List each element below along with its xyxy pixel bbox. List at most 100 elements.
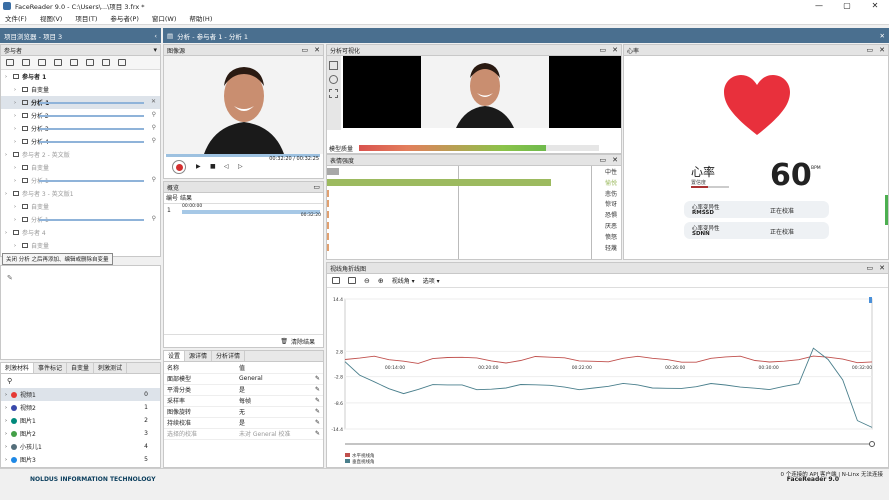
tree-item[interactable]: › 自变量 bbox=[1, 239, 160, 252]
zoom-out-icon[interactable]: ⊖ bbox=[364, 277, 370, 285]
menu-file[interactable]: 文件(F) bbox=[5, 13, 27, 23]
batch-icon[interactable] bbox=[86, 59, 94, 66]
menu-view[interactable]: 视图(V) bbox=[40, 13, 63, 23]
expand-icon[interactable]: › bbox=[5, 392, 7, 398]
expand-icon[interactable]: › bbox=[5, 230, 13, 236]
face-box-icon[interactable] bbox=[329, 61, 338, 70]
project-browser-tab[interactable]: 项目浏览器 - 项目 3 ‹ bbox=[0, 28, 161, 43]
add-participant-icon[interactable] bbox=[6, 59, 14, 66]
tree-item[interactable]: ›分析 1⚲ bbox=[1, 174, 160, 187]
tab-source-details[interactable]: 源详情 bbox=[185, 351, 213, 361]
tree-item[interactable]: › 自变量 bbox=[1, 200, 160, 213]
tab-event-markers[interactable]: 事件标记 bbox=[34, 363, 68, 373]
next-frame-button[interactable]: ▷ bbox=[238, 163, 243, 170]
edit-icon[interactable]: ✎ bbox=[315, 386, 320, 393]
options-dropdown[interactable]: 选项 ▾ bbox=[423, 276, 440, 285]
add-analysis-icon[interactable] bbox=[22, 59, 30, 66]
search-icon[interactable]: ⚲ bbox=[152, 176, 156, 183]
tab-settings[interactable]: 设置 bbox=[164, 351, 186, 361]
expand-icon[interactable]: › bbox=[5, 457, 7, 463]
expand-icon[interactable]: › bbox=[14, 243, 22, 249]
stimuli-add-icon[interactable]: ⚲ bbox=[1, 374, 160, 388]
stop-button[interactable]: ■ bbox=[210, 163, 216, 170]
stimulus-item[interactable]: › 图片1 2 bbox=[1, 414, 160, 427]
stimulus-item[interactable]: › 小孩儿1 4 bbox=[1, 440, 160, 453]
edit-icon[interactable]: ✎ bbox=[315, 408, 320, 415]
panel-close-icon[interactable]: ✕ bbox=[612, 155, 618, 166]
edit-icon[interactable]: ✎ bbox=[315, 430, 320, 437]
panel-close-icon[interactable]: ✕ bbox=[314, 45, 320, 56]
cursor-marker[interactable] bbox=[869, 297, 872, 303]
tree-item[interactable]: › 参与者 2 - 英文版 bbox=[1, 148, 160, 161]
expand-icon[interactable]: › bbox=[5, 431, 7, 437]
scroll-indicator[interactable] bbox=[885, 195, 888, 225]
panel-restore-icon[interactable]: ▭ bbox=[600, 155, 607, 166]
expand-icon[interactable]: › bbox=[5, 74, 13, 80]
save-icon[interactable] bbox=[332, 277, 340, 284]
panel-restore-icon[interactable]: ▭ bbox=[867, 263, 874, 274]
collapse-left-icon[interactable]: ‹ bbox=[154, 32, 157, 40]
expand-icon[interactable]: › bbox=[14, 217, 22, 223]
add-video-icon[interactable] bbox=[54, 59, 62, 66]
stimulus-item[interactable]: › 图片2 3 bbox=[1, 427, 160, 440]
panel-restore-icon[interactable]: ▭ bbox=[313, 182, 320, 193]
edit-icon[interactable]: ✎ bbox=[315, 397, 320, 404]
clear-results-button[interactable]: 🗑 清除结果 bbox=[164, 334, 323, 347]
settings-row[interactable]: 面部模型 General ✎ bbox=[164, 373, 323, 385]
settings-row[interactable]: 图像旋转无 ✎ bbox=[164, 406, 323, 418]
stimulus-item[interactable]: › 图片3 5 bbox=[1, 453, 160, 466]
expand-icon[interactable]: › bbox=[5, 191, 13, 197]
monitor-icon[interactable] bbox=[118, 59, 126, 66]
panel-close-icon[interactable]: ✕ bbox=[612, 45, 618, 56]
points-icon[interactable] bbox=[329, 89, 338, 98]
tree-item[interactable]: › 自变量 bbox=[1, 161, 160, 174]
settings-row[interactable]: 选择的校准 未对 General 校准 ✎ bbox=[164, 428, 323, 440]
zoom-in-icon[interactable]: ⊕ bbox=[378, 277, 384, 285]
play-button[interactable]: ▶ bbox=[196, 163, 201, 170]
tab-variables[interactable]: 自变量 bbox=[67, 363, 95, 373]
expand-icon[interactable]: › bbox=[5, 444, 7, 450]
record-button[interactable] bbox=[172, 160, 186, 174]
panel-restore-icon[interactable]: ▭ bbox=[302, 45, 309, 56]
tree-item[interactable]: ›分析 1✕ bbox=[1, 96, 160, 109]
menu-project[interactable]: 项目(T) bbox=[75, 13, 97, 23]
panel-menu-icon[interactable]: ▾ bbox=[153, 45, 157, 56]
face-mesh-icon[interactable] bbox=[329, 75, 338, 84]
edit-icon[interactable]: ✎ bbox=[7, 274, 13, 282]
tree-item[interactable]: › 参与者 1 bbox=[1, 70, 160, 83]
expand-icon[interactable]: › bbox=[14, 113, 22, 119]
stimulus-item[interactable]: › 视频1 0 bbox=[1, 388, 160, 401]
close-icon[interactable]: ✕ bbox=[151, 98, 156, 105]
search-icon[interactable]: ⚲ bbox=[152, 137, 156, 144]
expand-icon[interactable]: › bbox=[14, 204, 22, 210]
settings-row[interactable]: 平滑分类是 ✎ bbox=[164, 384, 323, 396]
tab-analysis-details[interactable]: 分析详情 bbox=[212, 351, 246, 361]
search-icon[interactable]: ⚲ bbox=[152, 215, 156, 222]
menu-help[interactable]: 帮助(H) bbox=[189, 13, 212, 23]
search-icon[interactable]: ⚲ bbox=[152, 124, 156, 131]
expand-icon[interactable]: › bbox=[14, 139, 22, 145]
panel-close-icon[interactable]: ✕ bbox=[879, 263, 885, 274]
add-camera-icon[interactable] bbox=[38, 59, 46, 66]
expand-icon[interactable]: › bbox=[14, 178, 22, 184]
expand-icon[interactable]: › bbox=[5, 152, 13, 158]
panel-close-icon[interactable]: ✕ bbox=[879, 45, 885, 56]
search-icon[interactable]: ⚲ bbox=[152, 111, 156, 118]
copy-icon[interactable] bbox=[348, 277, 356, 284]
maximize-button[interactable]: ▢ bbox=[833, 0, 861, 12]
tree-item[interactable]: › 自变量 bbox=[1, 83, 160, 96]
tree-item[interactable]: ›分析 2⚲ bbox=[1, 109, 160, 122]
analysis-tab[interactable]: ▤ 分析 - 参与者 1 - 分析 1 ✕ bbox=[163, 28, 889, 43]
tab-stimuli[interactable]: 刺激材料 bbox=[1, 363, 35, 373]
tree-item[interactable]: › 参与者 3 - 英文版1 bbox=[1, 187, 160, 200]
settings-icon[interactable] bbox=[102, 59, 110, 66]
expand-icon[interactable]: › bbox=[5, 405, 7, 411]
panel-restore-icon[interactable]: ▭ bbox=[600, 45, 607, 56]
expand-icon[interactable]: › bbox=[14, 100, 22, 106]
settings-row[interactable]: 持续校准是 ✎ bbox=[164, 417, 323, 429]
prev-frame-button[interactable]: ◁ bbox=[224, 163, 229, 170]
overview-row[interactable]: 1 00:00:00 00:32:20 bbox=[164, 204, 323, 218]
gaze-angle-dropdown[interactable]: 视线角 ▾ bbox=[392, 276, 415, 285]
minimize-button[interactable]: — bbox=[805, 0, 833, 12]
tree-item[interactable]: ›分析 1⚲ bbox=[1, 213, 160, 226]
